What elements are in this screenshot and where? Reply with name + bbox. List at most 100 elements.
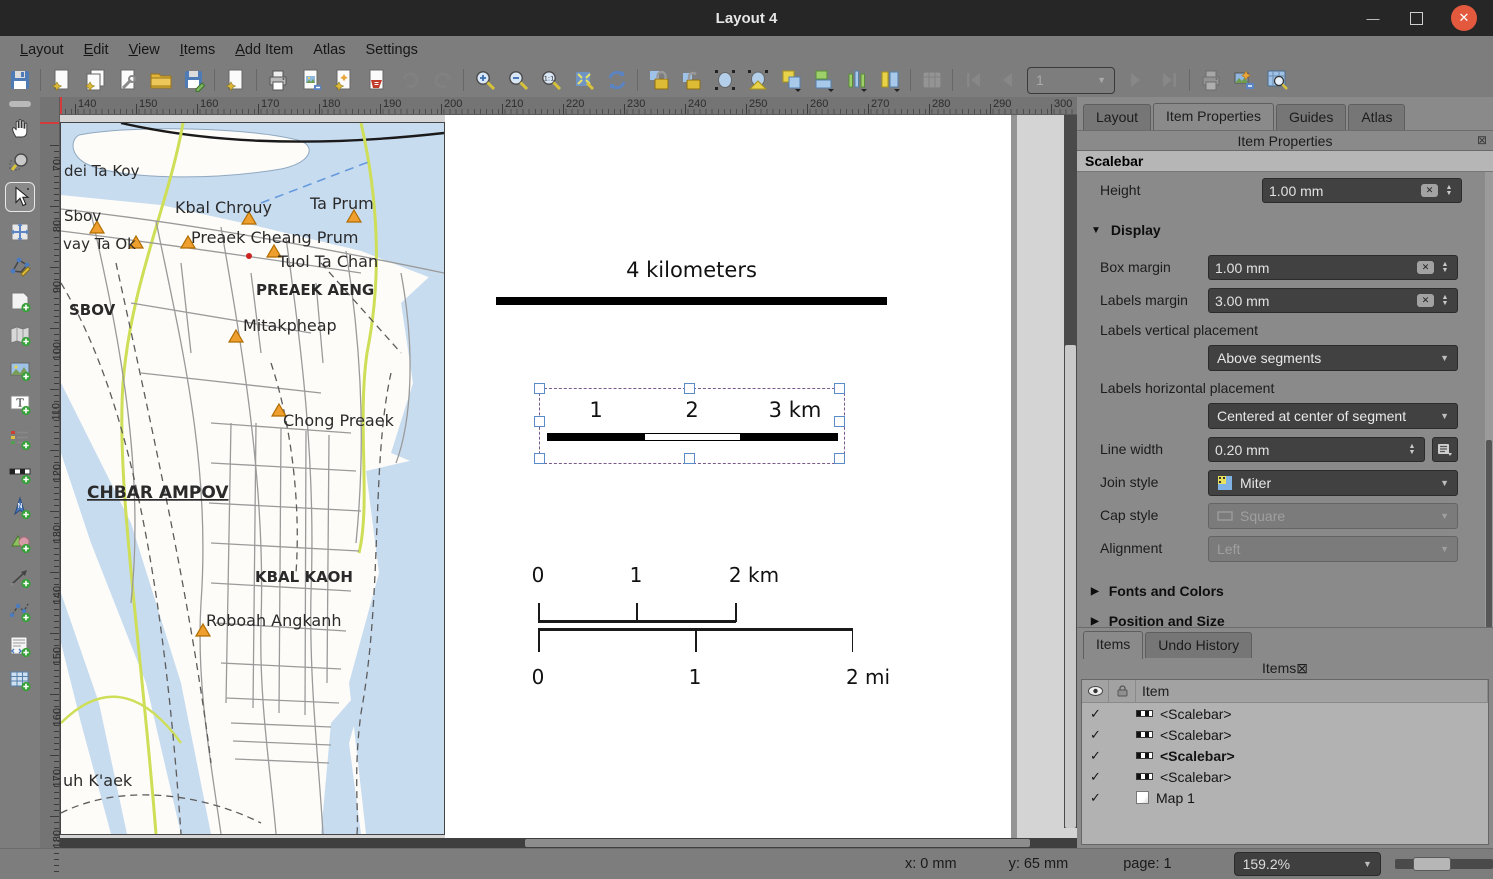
minimize-button[interactable]: — [1364,11,1382,26]
menu-layout[interactable]: Layout [10,39,74,61]
item-visibility-checkbox[interactable]: ✓ [1082,727,1109,743]
items-tree-row[interactable]: ✓Map 1 [1082,787,1488,808]
spinner-icon[interactable]: ▲▼ [1443,185,1455,197]
add-table-icon[interactable] [5,665,35,695]
layout-manager-icon[interactable] [111,65,144,95]
add-map-icon[interactable] [5,320,35,350]
tab-atlas[interactable]: Atlas [1348,104,1405,130]
print-layout-icon[interactable] [261,65,294,95]
labels-margin-input[interactable]: 3.00 mm✕▲▼ [1208,288,1458,313]
zoom-slider[interactable] [1395,859,1493,869]
clear-icon[interactable]: ✕ [1421,184,1438,197]
position-and-size-section-header[interactable]: ▶Position and Size [1091,613,1225,628]
zoom-actual-icon[interactable]: 1:1 [534,65,567,95]
save-project-icon[interactable] [3,65,36,95]
resize-items-icon[interactable] [873,65,906,95]
add-shape-icon[interactable] [5,527,35,557]
maximize-button[interactable] [1410,12,1423,25]
raise-items-icon[interactable] [774,65,807,95]
close-panel-icon[interactable]: ⊠ [1296,660,1308,677]
export-svg-icon[interactable] [327,65,360,95]
add-picture-icon[interactable] [5,355,35,385]
items-tree-row[interactable]: ✓<Scalebar> [1082,724,1488,745]
fonts-and-colors-section-header[interactable]: ▶Fonts and Colors [1091,583,1224,599]
items-tree-row[interactable]: ✓<Scalebar> [1082,703,1488,724]
add-html-icon[interactable] [5,631,35,661]
export-pdf-icon[interactable] [360,65,393,95]
refresh-view-icon[interactable] [600,65,633,95]
properties-scrollbar[interactable] [1485,172,1493,627]
add-scalebar-icon[interactable] [5,458,35,488]
vertical-scrollbar[interactable] [1064,115,1077,828]
line-width-input[interactable]: 0.20 mm▲▼ [1208,437,1425,462]
preview-atlas-icon[interactable] [1260,65,1293,95]
deselect-all-icon[interactable] [741,65,774,95]
vertical-scrollbar-thumb[interactable] [1065,345,1076,828]
join-style-combo[interactable]: Miter▼ [1208,470,1458,496]
open-folder-icon[interactable] [144,65,177,95]
item-visibility-checkbox[interactable]: ✓ [1082,706,1109,722]
menu-edit[interactable]: Edit [74,39,119,61]
align-items-icon[interactable] [807,65,840,95]
item-visibility-checkbox[interactable]: ✓ [1082,769,1109,785]
pan-tool-icon[interactable] [5,113,35,143]
zoom-slider-thumb[interactable] [1413,857,1451,871]
map-item[interactable]: dei Ta KoySbovvay Ta OkKbal ChrouyTa Pru… [60,122,445,835]
zoom-out-icon[interactable] [501,65,534,95]
add-page-icon[interactable] [5,286,35,316]
menu-view[interactable]: View [119,39,170,61]
select-move-item-tool-icon[interactable] [5,182,35,212]
items-tree-row[interactable]: ✓<Scalebar> [1082,745,1488,766]
zoom-level-combo[interactable]: 159.2%▼ [1234,852,1381,876]
menu-settings[interactable]: Settings [355,39,427,61]
tab-items[interactable]: Items [1083,631,1143,659]
atlas-page-combo[interactable]: 1▼ [1027,67,1115,94]
layout-canvas[interactable]: dei Ta KoySbovvay Ta OkKbal ChrouyTa Pru… [60,115,1077,838]
close-button[interactable]: ✕ [1451,5,1477,31]
add-legend-icon[interactable] [5,424,35,454]
tab-item-properties[interactable]: Item Properties [1153,103,1274,131]
horizontal-scrollbar-thumb[interactable] [525,839,1030,847]
spinner-icon[interactable]: ▲▼ [1439,295,1451,307]
clear-icon[interactable]: ✕ [1417,261,1434,274]
export-atlas-icon[interactable] [1227,65,1260,95]
zoom-full-icon[interactable] [567,65,600,95]
item-visibility-checkbox[interactable]: ✓ [1082,748,1109,764]
properties-scrollbar-thumb[interactable] [1486,440,1492,628]
lock-items-icon[interactable] [642,65,675,95]
distribute-items-icon[interactable] [840,65,873,95]
labels-horizontal-placement-combo[interactable]: Centered at center of segment▼ [1208,403,1458,429]
move-item-content-tool-icon[interactable] [5,217,35,247]
unlock-items-icon[interactable] [675,65,708,95]
items-tree-row[interactable]: ✓<Scalebar> [1082,766,1488,787]
tab-undo-history[interactable]: Undo History [1145,632,1252,658]
menu-items[interactable]: Items [170,39,225,61]
horizontal-scrollbar[interactable] [60,838,1077,848]
save-as-template-icon[interactable] [177,65,210,95]
zoom-in-icon[interactable] [468,65,501,95]
export-image-icon[interactable] [294,65,327,95]
close-panel-icon[interactable]: ⊠ [1477,133,1487,147]
labels-vertical-placement-combo[interactable]: Above segments▼ [1208,345,1458,371]
tab-guides[interactable]: Guides [1276,104,1346,130]
spinner-icon[interactable]: ▲▼ [1406,444,1418,456]
menu-add-item[interactable]: Add Item [225,39,303,61]
height-input[interactable]: 1.00 mm✕▲▼ [1262,178,1462,203]
add-arrow-icon[interactable] [5,562,35,592]
edit-nodes-tool-icon[interactable] [5,251,35,281]
new-layout-icon[interactable] [45,65,78,95]
layout-page[interactable] [445,115,1017,838]
select-all-icon[interactable] [708,65,741,95]
add-items-from-template-icon[interactable] [219,65,252,95]
spinner-icon[interactable]: ▲▼ [1439,262,1451,274]
add-label-icon[interactable]: T [5,389,35,419]
clear-icon[interactable]: ✕ [1417,294,1434,307]
box-margin-input[interactable]: 1.00 mm✕▲▼ [1208,255,1458,280]
zoom-tool-icon[interactable] [5,148,35,178]
item-visibility-checkbox[interactable]: ✓ [1082,790,1109,806]
data-defined-override-button[interactable] [1432,437,1458,462]
duplicate-layout-icon[interactable] [78,65,111,95]
add-node-item-icon[interactable] [5,596,35,626]
add-north-arrow-icon[interactable]: N [5,493,35,523]
menu-atlas[interactable]: Atlas [303,39,355,61]
